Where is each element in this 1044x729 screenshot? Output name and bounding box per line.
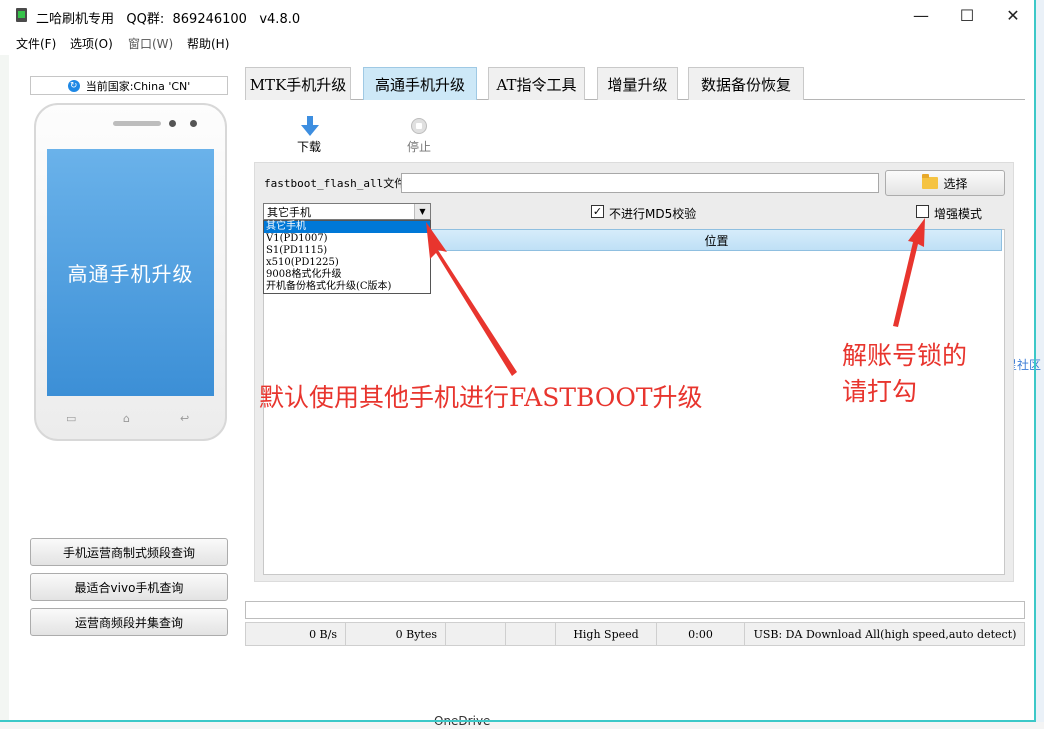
status-mode: High Speed: [556, 622, 657, 646]
menu-options[interactable]: 选项(O): [70, 35, 113, 52]
menu-help[interactable]: 帮助(H): [187, 35, 229, 52]
no-md5-label: 不进行MD5校验: [609, 207, 697, 221]
window-title: 二哈刷机专用 QQ群: 869246100 v4.8.0: [36, 12, 301, 27]
fastboot-file-input[interactable]: [401, 173, 879, 193]
stop-button[interactable]: 停止: [399, 138, 439, 155]
refresh-icon: ↻: [67, 79, 80, 92]
phone-camera-icon: [169, 120, 176, 127]
status-time: 0:00: [657, 622, 745, 646]
annotation-unlock-account-line1: 解账号锁的: [842, 341, 968, 370]
progress-bar: [245, 601, 1025, 619]
phone-screen: 高通手机升级: [47, 149, 214, 396]
grid-header-label: 位置: [704, 233, 729, 248]
status-empty-2: [506, 622, 556, 646]
phone-speaker-icon: [113, 121, 161, 126]
phone-model-combo[interactable]: 其它手机: [263, 203, 431, 220]
phone-screen-text: 高通手机升级: [67, 262, 194, 286]
dropdown-option-other-phone[interactable]: 其它手机: [266, 221, 306, 233]
vivo-phone-query-button[interactable]: 最适合vivo手机查询: [30, 573, 228, 601]
download-arrow-icon[interactable]: [300, 116, 320, 138]
phone-back-key-icon: ↩: [180, 412, 190, 425]
dropdown-option-x510[interactable]: x510(PD1225): [266, 257, 339, 269]
status-usb-mode: USB: DA Download All(high speed,auto det…: [753, 627, 1017, 641]
chevron-down-icon[interactable]: ▼: [414, 204, 430, 219]
status-speed: 0 B/s: [245, 622, 346, 646]
status-empty-1: [446, 622, 506, 646]
select-file-button[interactable]: 选择: [885, 170, 1005, 196]
enhanced-mode-checkbox[interactable]: [916, 205, 929, 218]
left-edge-background: [0, 55, 9, 720]
carrier-band-query-button[interactable]: 手机运营商制式频段查询: [30, 538, 228, 566]
country-indicator: ↻ 当前国家:China 'CN': [30, 76, 228, 95]
menu-window[interactable]: 窗口(W): [128, 35, 173, 52]
country-text: 当前国家:China 'CN': [85, 79, 191, 93]
tab-mtk-upgrade[interactable]: MTK手机升级: [245, 67, 351, 100]
dropdown-option-boot-backup-format[interactable]: 开机备份格式化升级(C版本): [266, 281, 391, 293]
phone-sensor-icon: [190, 120, 197, 127]
carrier-band-union-button[interactable]: 运营商频段并集查询: [30, 608, 228, 636]
no-md5-checkbox[interactable]: ✓: [591, 205, 604, 218]
window-frame-bottom: [0, 720, 1036, 722]
annotation-default-other-phone: 默认使用其他手机进行FASTBOOT升级: [259, 383, 703, 412]
dropdown-option-s1[interactable]: S1(PD1115): [266, 245, 327, 257]
enhanced-mode-label: 增强模式: [934, 207, 983, 221]
close-button[interactable]: ✕: [990, 0, 1036, 31]
select-file-label: 选择: [943, 176, 968, 191]
grid-header-location[interactable]: 位置: [431, 229, 1002, 251]
desktop-background-bottom: [0, 722, 1044, 729]
download-button[interactable]: 下载: [289, 138, 329, 155]
phone-menu-key-icon: ▭: [66, 412, 77, 425]
tab-at-command-tool[interactable]: AT指令工具: [488, 67, 585, 100]
menu-file[interactable]: 文件(F): [16, 35, 56, 52]
minimize-button[interactable]: —: [898, 0, 944, 31]
status-bytes: 0 Bytes: [346, 622, 446, 646]
tab-data-backup-restore[interactable]: 数据备份恢复: [688, 67, 804, 100]
phone-home-key-icon: ⌂: [123, 412, 130, 425]
dropdown-option-v1[interactable]: V1(PD1007): [266, 233, 328, 245]
tab-incremental-upgrade[interactable]: 增量升级: [597, 67, 678, 100]
tab-qualcomm-upgrade[interactable]: 高通手机升级: [363, 67, 477, 100]
maximize-button[interactable]: ☐: [944, 0, 990, 31]
folder-icon: [922, 174, 939, 189]
app-icon: [16, 8, 27, 22]
stop-icon[interactable]: [411, 118, 427, 134]
annotation-unlock-account-line2: 请打勾: [842, 377, 918, 406]
fastboot-file-label: fastboot_flash_all文件: [264, 177, 406, 190]
window-frame-right: [1034, 0, 1036, 722]
dropdown-option-9008-format[interactable]: 9008格式化升级: [266, 269, 341, 281]
phone-model-combo-value: 其它手机: [267, 205, 311, 219]
